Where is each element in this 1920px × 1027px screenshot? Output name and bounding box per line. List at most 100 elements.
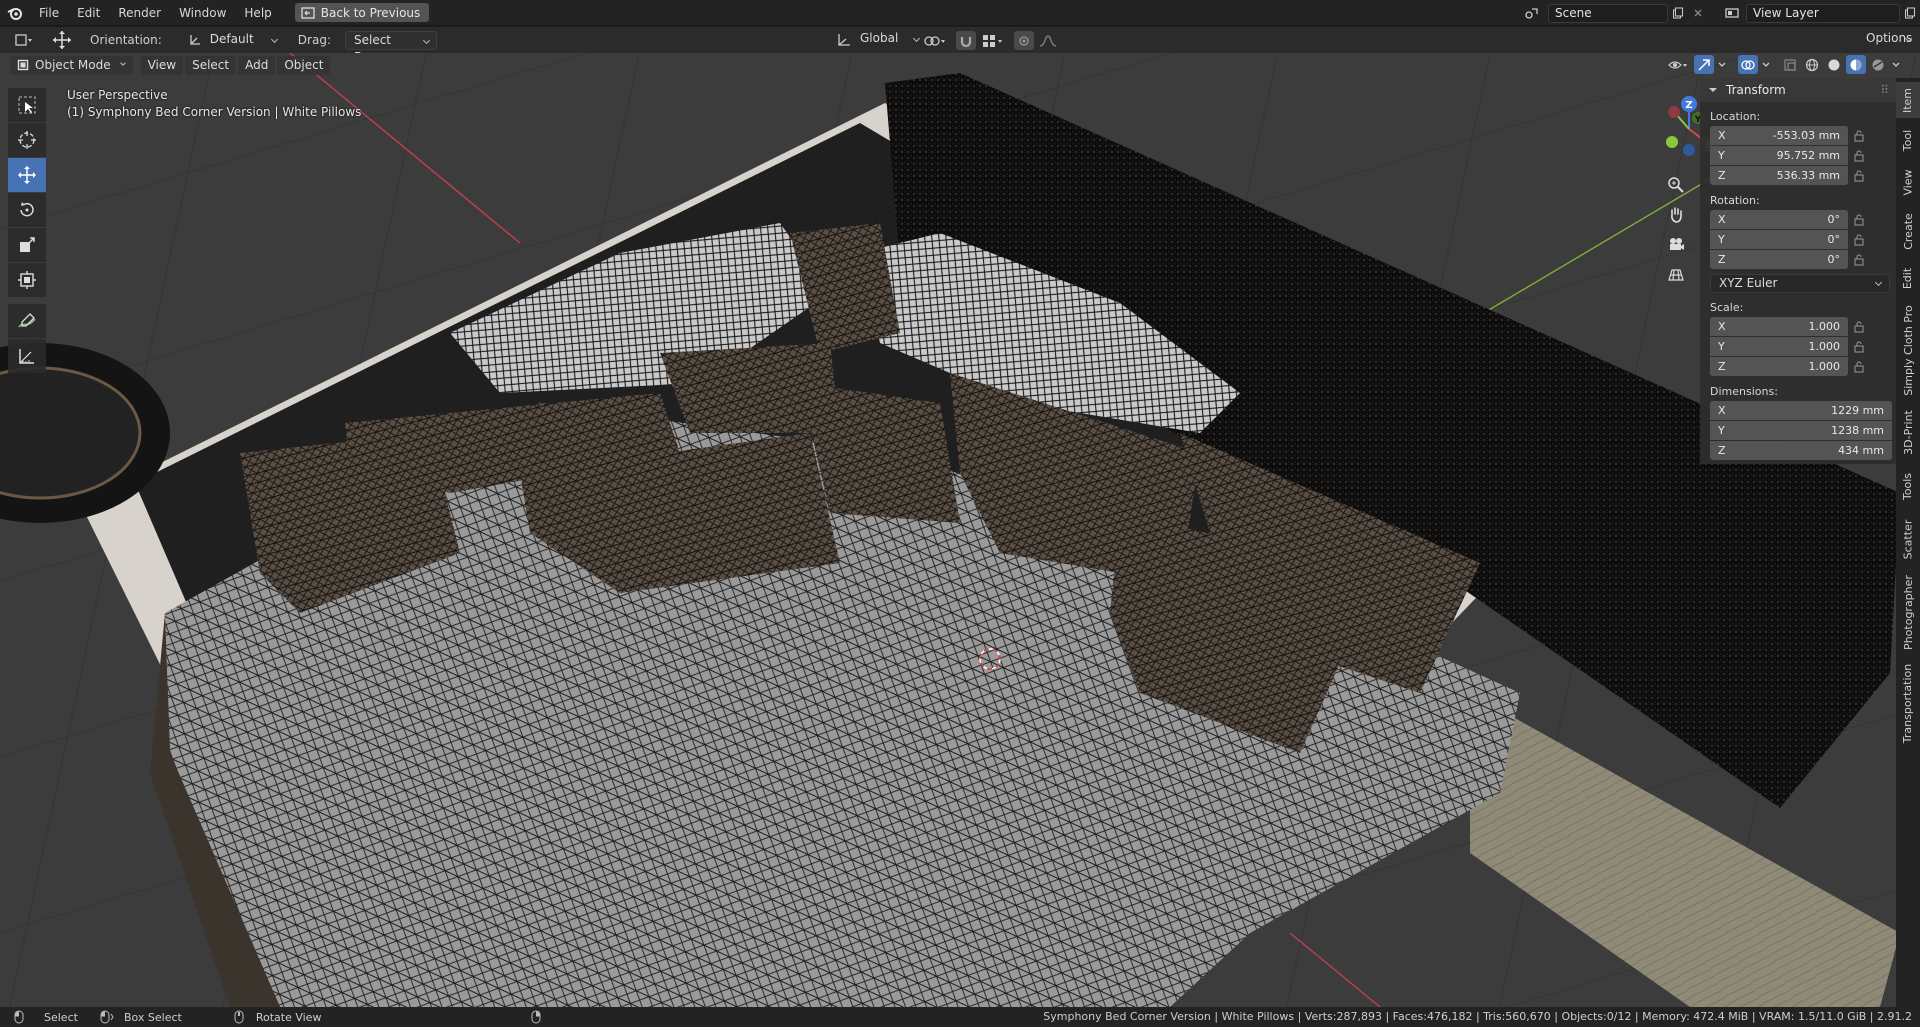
rotation-x-field[interactable]: X 0° [1710, 210, 1848, 229]
tab-edit[interactable]: Edit [1896, 260, 1920, 296]
drag-handle-icon[interactable]: ⠿ [1880, 83, 1890, 97]
proportional-editing-icon[interactable] [1014, 31, 1034, 50]
menu-edit[interactable]: Edit [68, 0, 109, 26]
zoom-icon[interactable] [1662, 170, 1690, 200]
tab-photographer[interactable]: Photographer [1896, 570, 1920, 654]
viewport-menu-select[interactable]: Select [185, 55, 237, 75]
tab-3d-print[interactable]: 3D-Print [1896, 404, 1920, 460]
rotation-x-lock-icon[interactable] [1848, 214, 1870, 226]
scene-icon[interactable] [1522, 4, 1542, 23]
tab-tool[interactable]: Tool [1896, 122, 1920, 158]
scale-z-row: Z 1.000 [1710, 357, 1896, 377]
tab-create[interactable]: Create [1896, 206, 1920, 256]
snap-target-icon[interactable] [978, 31, 1008, 50]
overlays-toggle-icon[interactable] [1738, 55, 1758, 74]
overlays-dropdown-chevron-icon[interactable] [1760, 55, 1772, 74]
options-dropdown[interactable]: Options [1858, 30, 1918, 49]
3d-viewport[interactable] [0, 53, 1920, 1007]
snap-toggle-icon[interactable] [956, 31, 976, 50]
tab-scatter-label: Scatter [1901, 519, 1915, 559]
location-y-lock-icon[interactable] [1848, 150, 1870, 162]
menu-help[interactable]: Help [235, 0, 280, 26]
location-x-lock-icon[interactable] [1848, 130, 1870, 142]
scale-x-lock-icon[interactable] [1848, 321, 1870, 333]
rotate-tool[interactable] [8, 193, 46, 227]
view-layer-field[interactable]: View Layer [1746, 3, 1900, 23]
viewport-menu-view[interactable]: View [140, 55, 184, 75]
location-y-value: 95.752 mm [1776, 149, 1840, 162]
orientation-label: Orientation: [90, 33, 162, 47]
tab-simply-cloth-pro[interactable]: Simply Cloth Pro [1896, 300, 1920, 400]
tab-item[interactable]: Item [1896, 82, 1920, 118]
transform-tool[interactable] [8, 263, 46, 297]
solid-shading-icon[interactable] [1824, 55, 1844, 74]
rotation-y-lock-icon[interactable] [1848, 234, 1870, 246]
menu-file[interactable]: File [30, 0, 68, 26]
viewport-menu-add[interactable]: Add [238, 55, 276, 75]
viewport-header: Object Mode View Select Add Object [0, 53, 1920, 77]
move-tool-icon[interactable] [50, 31, 74, 50]
dimensions-z-field[interactable]: Z 434 mm [1710, 441, 1892, 460]
select-box-tool[interactable] [8, 88, 46, 122]
rendered-shading-icon[interactable] [1868, 55, 1888, 74]
rotation-z-field[interactable]: Z 0° [1710, 250, 1848, 269]
rotation-z-lock-icon[interactable] [1848, 254, 1870, 266]
measure-tool[interactable] [8, 339, 46, 373]
status-select-label: Select [44, 1010, 78, 1024]
menu-render[interactable]: Render [109, 0, 170, 26]
view-layer-icon[interactable] [1722, 4, 1742, 23]
tab-transportation[interactable]: Transportation [1896, 658, 1920, 748]
location-y-row: Y 95.752 mm [1710, 146, 1896, 166]
gizmo-toggle-icon[interactable] [1694, 55, 1714, 74]
pan-hand-icon[interactable] [1662, 200, 1690, 230]
editor-type-icon[interactable] [10, 31, 38, 50]
tab-tools[interactable]: Tools [1896, 464, 1920, 508]
new-view-layer-icon[interactable] [1900, 4, 1920, 23]
wireframe-shading-icon[interactable] [1802, 55, 1822, 74]
drag-dropdown[interactable]: Select Box [344, 30, 437, 64]
dimensions-y-value: 1238 mm [1831, 424, 1884, 437]
location-z-field[interactable]: Z 536.33 mm [1710, 166, 1848, 185]
location-y-field[interactable]: Y 95.752 mm [1710, 146, 1848, 165]
shading-dropdown-chevron-icon[interactable] [1890, 55, 1902, 74]
scale-y-lock-icon[interactable] [1848, 341, 1870, 353]
tab-view[interactable]: View [1896, 162, 1920, 202]
falloff-curve-icon[interactable] [1036, 31, 1062, 50]
menu-window[interactable]: Window [170, 0, 235, 26]
camera-view-icon[interactable] [1662, 230, 1690, 260]
back-to-previous-button[interactable]: Back to Previous [294, 3, 430, 22]
move-tool[interactable] [8, 158, 46, 192]
transform-panel-header[interactable]: Transform ⠿ [1700, 78, 1896, 102]
rotation-y-field[interactable]: Y 0° [1710, 230, 1848, 249]
visibility-eye-icon[interactable] [1664, 55, 1692, 74]
rotation-mode-dropdown[interactable]: XYZ Euler [1710, 274, 1890, 293]
dimensions-y-field[interactable]: Y 1238 mm [1710, 421, 1892, 440]
viewport-menu-object[interactable]: Object [277, 55, 331, 75]
perspective-toggle-icon[interactable] [1662, 260, 1690, 290]
scale-y-field[interactable]: Y 1.000 [1710, 337, 1848, 356]
scene-field[interactable]: Scene [1548, 3, 1668, 23]
material-preview-shading-icon[interactable] [1846, 55, 1866, 74]
scale-tool[interactable] [8, 228, 46, 262]
cursor-tool[interactable] [8, 123, 46, 157]
xray-toggle-icon[interactable] [1780, 55, 1800, 74]
gizmo-dropdown-chevron-icon[interactable] [1716, 55, 1728, 74]
location-z-lock-icon[interactable] [1848, 170, 1870, 182]
scale-z-field[interactable]: Z 1.000 [1710, 357, 1848, 376]
tab-scatter[interactable]: Scatter [1896, 512, 1920, 566]
mode-dropdown[interactable]: Object Mode [10, 55, 133, 75]
status-select: Select [14, 1010, 78, 1024]
new-scene-icon[interactable] [1668, 4, 1688, 23]
remove-scene-icon[interactable] [1688, 4, 1708, 23]
select-cursor-icon [18, 96, 36, 114]
orientation-dropdown[interactable]: Default [188, 31, 284, 50]
transform-orientation-dropdown[interactable]: Global [836, 30, 926, 49]
dimensions-x-field[interactable]: X 1229 mm [1710, 401, 1892, 420]
pivot-point-icon[interactable] [920, 31, 950, 50]
annotate-tool[interactable] [8, 304, 46, 338]
scale-z-lock-icon[interactable] [1848, 361, 1870, 373]
scale-x-field[interactable]: X 1.000 [1710, 317, 1848, 336]
blender-logo-icon[interactable] [0, 0, 30, 26]
rotation-z-value: 0° [1827, 253, 1841, 266]
location-x-field[interactable]: X -553.03 mm [1710, 126, 1848, 145]
